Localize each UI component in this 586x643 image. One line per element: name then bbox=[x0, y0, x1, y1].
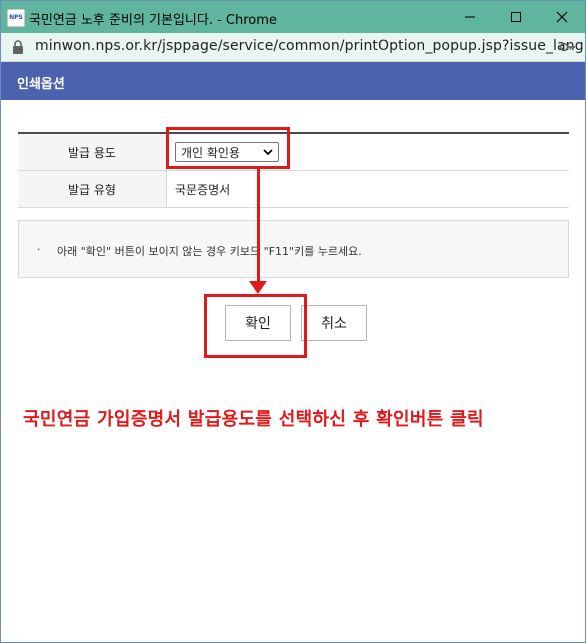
window-titlebar[interactable]: NPS 국민연금 노후 준비의 기본입니다. - Chrome bbox=[1, 1, 585, 33]
key-icon[interactable] bbox=[559, 39, 577, 55]
close-icon bbox=[556, 11, 568, 23]
window-title: 국민연금 노후 준비의 기본입니다. - Chrome bbox=[29, 13, 277, 28]
type-value: 국문증명서 bbox=[166, 170, 569, 208]
annotation-arrow-line bbox=[257, 167, 260, 283]
type-label: 발급 유형 bbox=[18, 170, 167, 208]
maximize-button[interactable] bbox=[493, 1, 539, 33]
url-text[interactable]: minwon.nps.or.kr/jsppage/service/common/… bbox=[35, 38, 585, 54]
popup-header: 인쇄옵션 bbox=[1, 62, 585, 100]
nps-logo-icon: NPS bbox=[7, 9, 25, 27]
table-row: 발급 용도 개인 확인용 bbox=[18, 133, 569, 171]
notice-bullet: · bbox=[37, 243, 41, 256]
minimize-icon bbox=[465, 16, 475, 18]
notice-text: 아래 "확인" 버튼이 보이지 않는 경우 키보드 "F11"키를 누르세요. bbox=[57, 245, 362, 258]
minimize-button[interactable] bbox=[447, 1, 493, 33]
address-bar[interactable]: minwon.nps.or.kr/jsppage/service/common/… bbox=[1, 33, 585, 62]
arrow-down-icon bbox=[249, 281, 267, 294]
cancel-button[interactable]: 취소 bbox=[301, 305, 367, 341]
instruction-text: 국민연금 가입증명서 발급용도를 선택하신 후 확인버튼 클릭 bbox=[23, 409, 484, 430]
close-button[interactable] bbox=[539, 1, 585, 33]
notice-box: · 아래 "확인" 버튼이 보이지 않는 경우 키보드 "F11"키를 누르세요… bbox=[18, 220, 569, 278]
print-options-table: 발급 용도 개인 확인용 발급 유형 국문증명서 bbox=[18, 132, 569, 208]
maximize-icon bbox=[511, 12, 521, 22]
confirm-highlight-box bbox=[204, 294, 307, 358]
browser-window: NPS 국민연금 노후 준비의 기본입니다. - Chrome minwon.n… bbox=[0, 0, 586, 643]
table-row: 발급 유형 국문증명서 bbox=[18, 170, 569, 208]
lock-icon[interactable] bbox=[11, 39, 25, 55]
purpose-label: 발급 용도 bbox=[18, 133, 167, 171]
popup-title: 인쇄옵션 bbox=[17, 77, 65, 92]
select-highlight-box bbox=[166, 127, 290, 169]
